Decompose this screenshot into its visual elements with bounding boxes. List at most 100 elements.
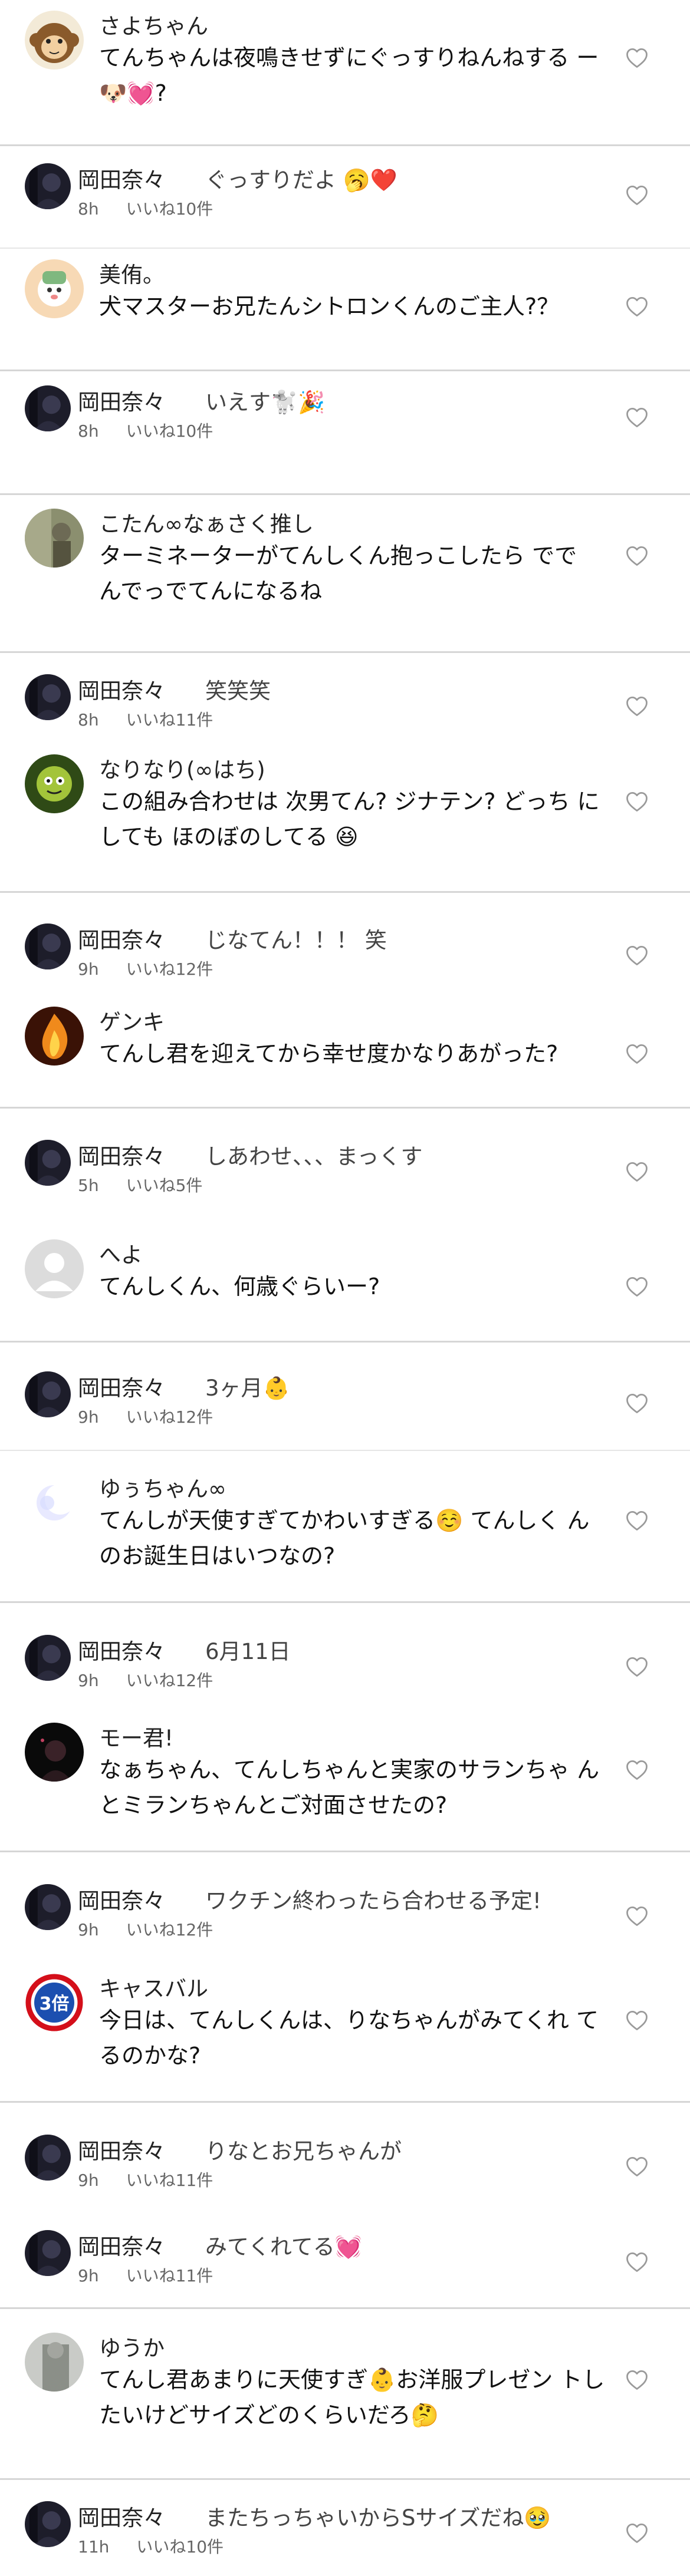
comment-item: 美侑。犬マスターお兄たんシトロンくんのご主人?？ [0,249,690,370]
avatar[interactable] [25,1473,84,1532]
comment-item: ゆうかてんし君あまりに天使すぎ👶お洋服プレゼン トしたいけどサイズどのくらいだろ… [0,2322,690,2460]
avatar[interactable] [25,674,71,720]
avatar[interactable] [25,2230,71,2276]
heart-icon[interactable] [624,1757,650,1783]
divider [0,1107,690,1109]
username[interactable]: 岡田奈々 [78,922,165,954]
avatar[interactable] [25,11,84,70]
avatar[interactable] [25,1635,71,1681]
avatar[interactable] [25,1007,84,1066]
timestamp: 9h [78,1671,99,1690]
heart-icon[interactable] [624,2153,650,2179]
avatar[interactable] [25,754,84,813]
like-count[interactable]: いいね12件 [126,1407,213,1427]
heart-icon[interactable] [624,2249,650,2275]
username[interactable]: へよ [99,1237,143,1269]
comment-text: この組み合わせは 次男てん? ジナテン? どっち にしても ほのぼのしてる 😆 [99,789,600,850]
comment-text: てんし君あまりに天使すぎ👶お洋服プレゼン トしたいけどサイズどのくらいだろ🤔 [99,2367,605,2428]
reply-text: またちっちゃいからSサイズだね🥹 [205,2505,551,2531]
heart-icon[interactable] [624,1274,650,1299]
username[interactable]: こたん∞なぁさく推し [99,506,314,538]
username[interactable]: 岡田奈々 [78,1370,165,1402]
username[interactable]: ゆぅちゃん∞ [99,1471,226,1503]
comment-text: 犬マスターお兄たんシトロンくんのご主人?？ [99,293,560,319]
heart-icon[interactable] [624,293,650,319]
username[interactable]: 美侑。 [99,257,165,289]
reply-meta: 5h いいね5件 [78,1173,202,1196]
heart-icon[interactable] [624,1654,650,1680]
timestamp: 5h [78,1176,99,1195]
reply-meta: 9h いいね12件 [78,956,213,980]
like-count[interactable]: いいね10件 [126,199,213,219]
username[interactable]: 岡田奈々 [78,162,165,194]
heart-icon[interactable] [624,404,650,430]
heart-icon[interactable] [624,1508,650,1533]
heart-icon[interactable] [624,182,650,208]
username[interactable]: モー君! [99,1720,173,1752]
comment-text: 今日は、てんしくんは、りなちゃんがみてくれ てるのかな? [99,2007,599,2069]
username[interactable]: 岡田奈々 [78,673,165,705]
username[interactable]: 岡田奈々 [78,384,165,416]
avatar[interactable] [25,2135,71,2181]
reply-item: 岡田奈々 6月11日 9h いいね12件 [0,1622,690,1713]
avatar[interactable] [25,1723,84,1782]
avatar[interactable] [25,163,71,209]
username[interactable]: ゲンキ [99,1004,165,1036]
avatar[interactable] [25,509,84,568]
like-count[interactable]: いいね12件 [126,1671,213,1690]
timestamp: 9h [78,2171,99,2190]
heart-icon[interactable] [624,2520,650,2546]
username[interactable]: キャスバル [99,1971,208,2003]
avatar[interactable]: 3倍 [25,1973,84,2032]
heart-icon[interactable] [624,789,650,814]
like-count[interactable]: いいね12件 [126,959,213,979]
username[interactable]: さよちゃん [99,8,208,40]
username[interactable]: なりなり(∞はち) [99,752,265,784]
timestamp: 9h [78,959,99,979]
reply-meta: 8h いいね10件 [78,418,213,442]
heart-icon[interactable] [624,543,650,569]
divider [0,1851,690,1852]
like-count[interactable]: いいね10件 [136,2537,224,2557]
heart-icon[interactable] [624,942,650,968]
heart-icon[interactable] [624,1159,650,1185]
username[interactable]: 岡田奈々 [78,1139,165,1170]
heart-icon[interactable] [624,2367,650,2393]
username[interactable]: 岡田奈々 [78,2500,165,2532]
heart-icon[interactable] [624,1390,650,1416]
avatar[interactable] [25,2333,84,2392]
divider [0,370,690,371]
avatar[interactable] [25,2501,71,2547]
avatar[interactable] [25,1140,71,1186]
reply-meta: 9h いいね12件 [78,1668,213,1691]
like-count[interactable]: いいね5件 [126,1176,203,1195]
like-count[interactable]: いいね11件 [126,710,213,730]
avatar[interactable] [25,1884,71,1930]
heart-icon[interactable] [624,1903,650,1929]
username[interactable]: 岡田奈々 [78,2229,165,2261]
avatar[interactable] [25,259,84,318]
heart-icon[interactable] [624,45,650,71]
comment-text: てんしが天使すぎてかわいすぎる☺️ てんしく んのお誕生日はいつなの? [99,1508,590,1569]
like-count[interactable]: いいね12件 [126,1920,213,1940]
heart-icon[interactable] [624,1041,650,1067]
avatar[interactable] [25,1239,84,1298]
like-count[interactable]: いいね11件 [126,2171,213,2190]
username[interactable]: 岡田奈々 [78,2133,165,2165]
heart-icon[interactable] [624,693,650,719]
like-count[interactable]: いいね10件 [126,421,213,441]
heart-icon[interactable] [624,2007,650,2033]
timestamp: 8h [78,199,99,219]
comment-item: 3倍 キャスバル今日は、てんしくんは、りなちゃんがみてくれ てるのかな? [0,1962,690,2104]
divider [0,493,690,495]
username[interactable]: 岡田奈々 [78,1883,165,1915]
reply-text: いえす🐩🎉 [205,390,326,415]
avatar[interactable] [25,923,71,969]
username[interactable]: ゆうか [99,2330,165,2362]
username[interactable]: 岡田奈々 [78,1634,165,1665]
like-count[interactable]: いいね11件 [126,2266,213,2285]
avatar[interactable] [25,1371,71,1417]
reply-text: ワクチン終わったら合わせる予定! [205,1888,541,1914]
divider [0,2478,690,2480]
avatar[interactable] [25,385,71,431]
